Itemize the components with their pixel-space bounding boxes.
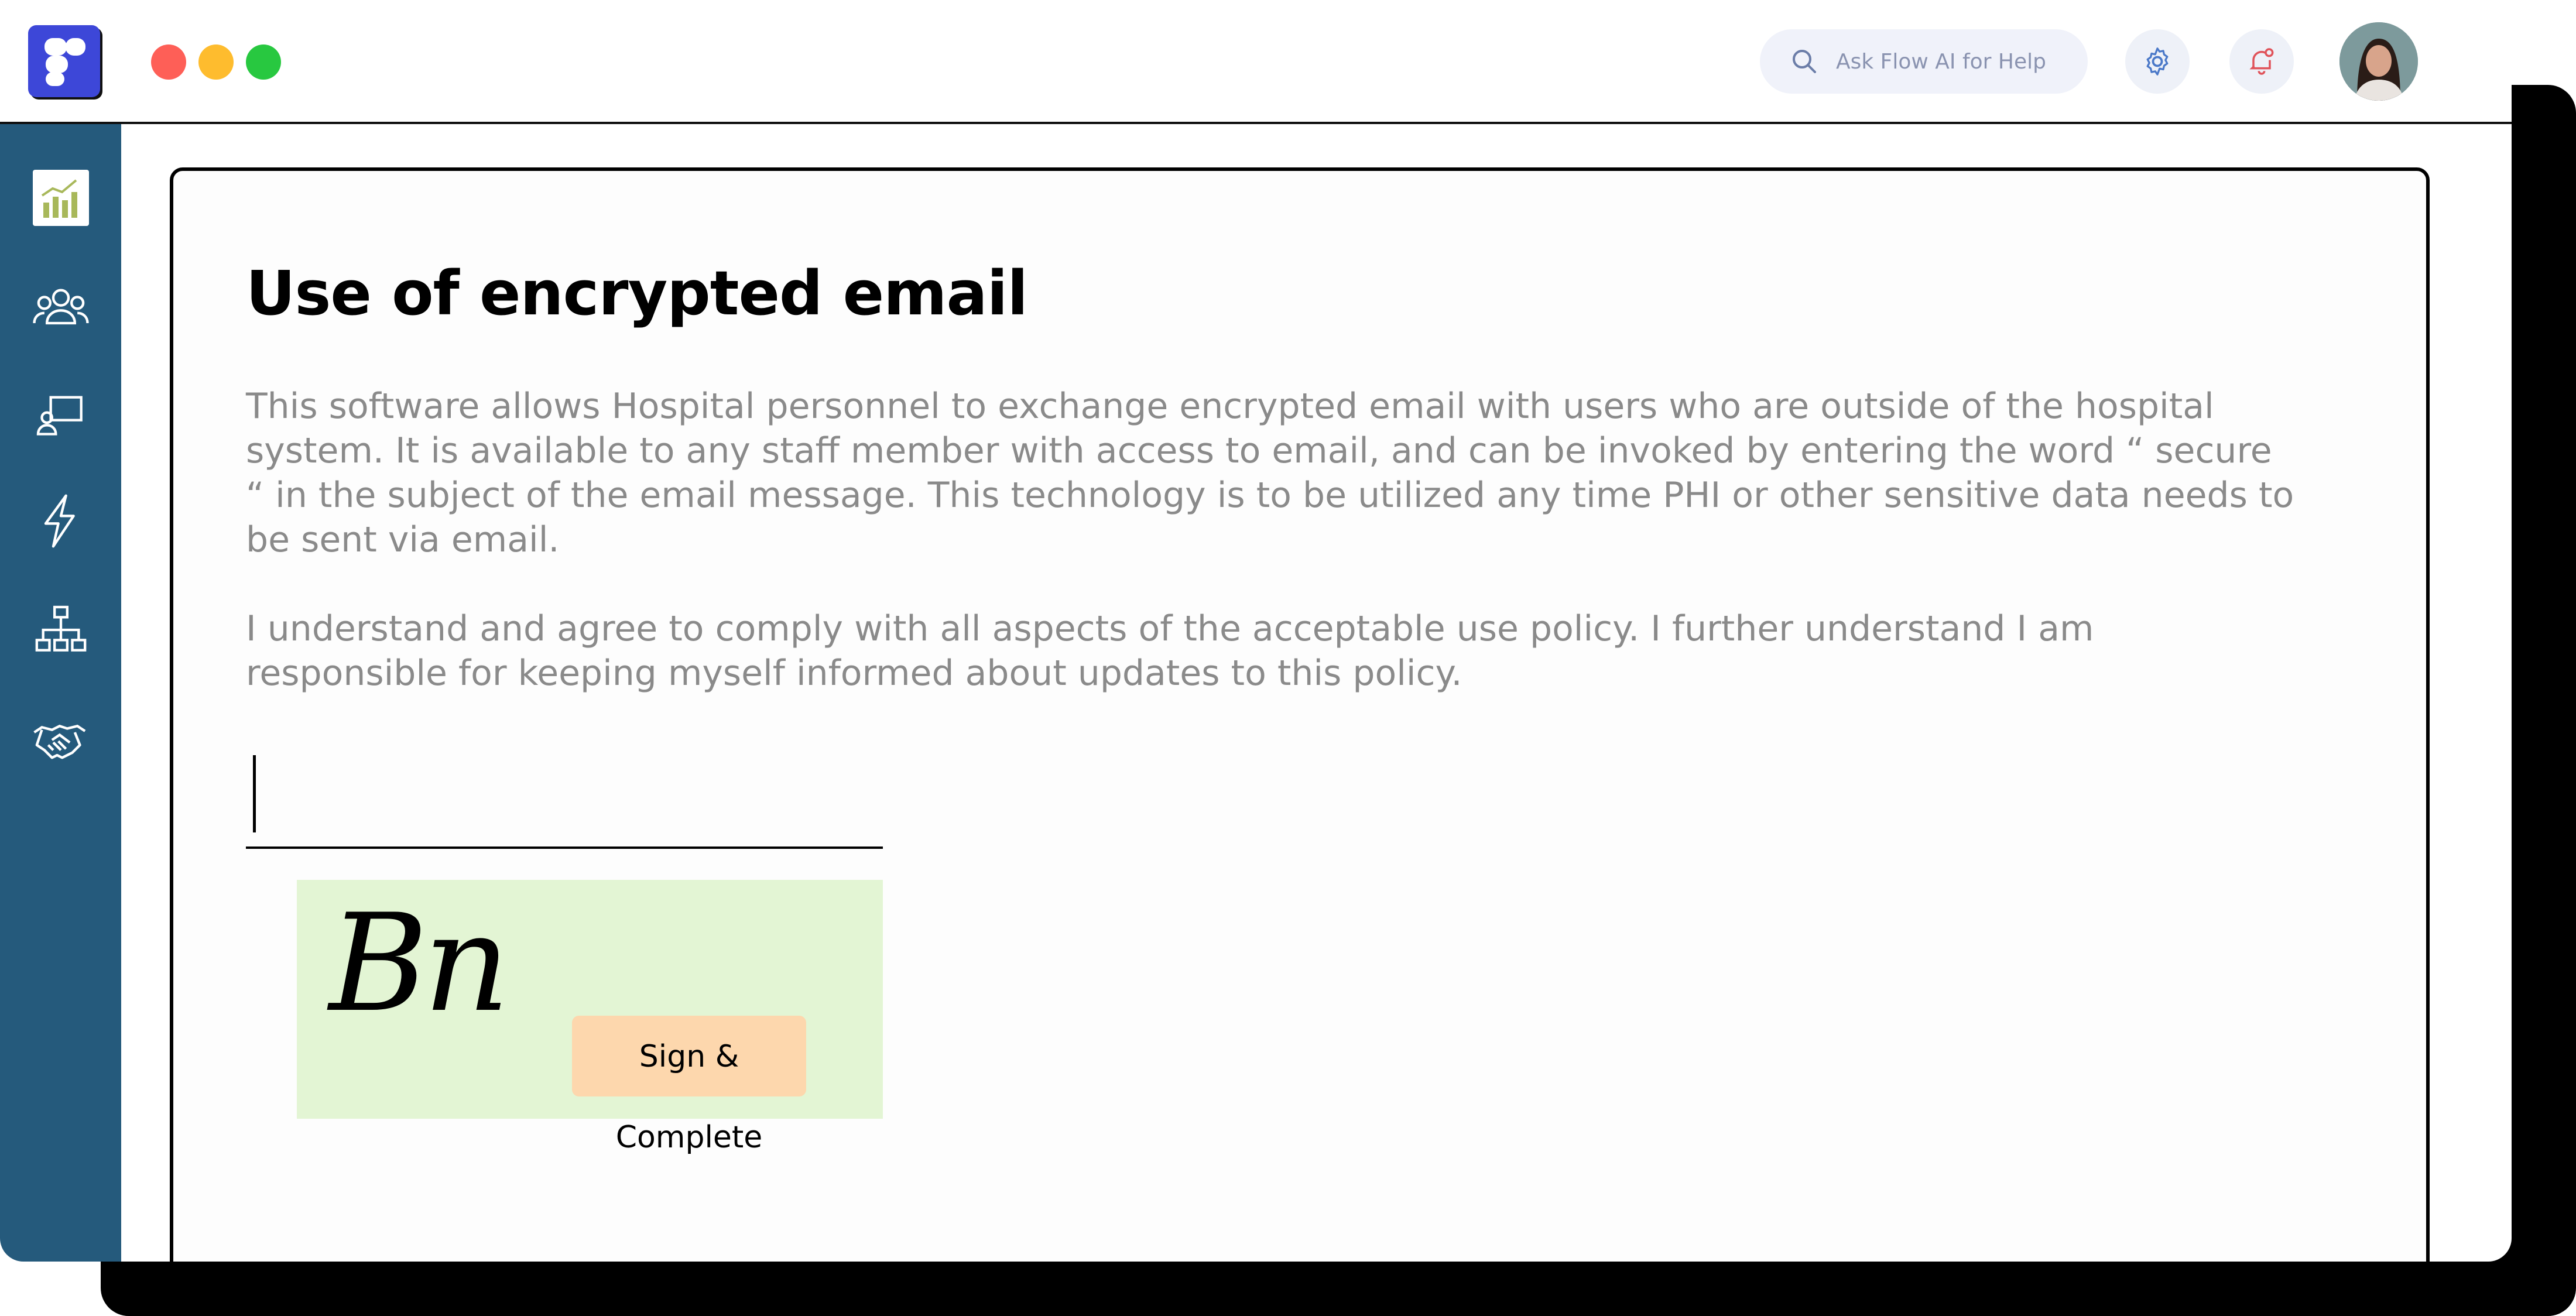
sidebar [0,124,121,1262]
text-caret [253,755,256,832]
window-maximize-button[interactable] [246,44,281,80]
app-logo-icon[interactable] [28,25,100,97]
top-bar: Ask Flow AI for Help [0,0,2512,124]
ai-search-input[interactable]: Ask Flow AI for Help [1760,29,2088,94]
signature-line [246,847,883,849]
sidebar-item-training[interactable] [30,385,91,445]
sidebar-item-partners[interactable] [30,710,91,770]
signature-name-input[interactable] [246,747,883,848]
analytics-chart-icon [33,170,89,226]
user-avatar[interactable] [2339,22,2418,101]
agreement-paragraph: I understand and agree to comply with al… [246,608,2094,694]
window-close-button[interactable] [151,44,186,80]
handshake-icon [33,724,86,759]
signature-preview: Bn Sign & Complete [297,880,883,1155]
people-group-icon [33,289,89,325]
app-window: Ask Flow AI for Help Use of encrypted em… [0,0,2512,1262]
window-minimize-button[interactable] [198,44,234,80]
signature-text: Bn [329,886,510,1042]
sidebar-item-automation[interactable] [30,491,91,551]
page-title: Use of encrypted email [246,258,1028,329]
presentation-user-icon [36,396,83,436]
search-placeholder: Ask Flow AI for Help [1836,50,2046,74]
policy-paragraph: This software allows Hospital personnel … [246,386,2294,560]
sidebar-item-organization[interactable] [30,599,91,660]
lightning-icon [44,494,75,548]
sign-and-complete-button[interactable]: Sign & Complete [572,1016,806,1155]
org-chart-icon [35,605,87,652]
settings-button[interactable] [2125,29,2190,94]
bell-icon [2249,48,2274,75]
notifications-button[interactable] [2229,29,2294,94]
gear-icon [2146,47,2169,76]
search-icon [1793,50,1816,73]
sidebar-item-people[interactable] [30,277,91,338]
sidebar-item-analytics[interactable] [30,167,91,228]
